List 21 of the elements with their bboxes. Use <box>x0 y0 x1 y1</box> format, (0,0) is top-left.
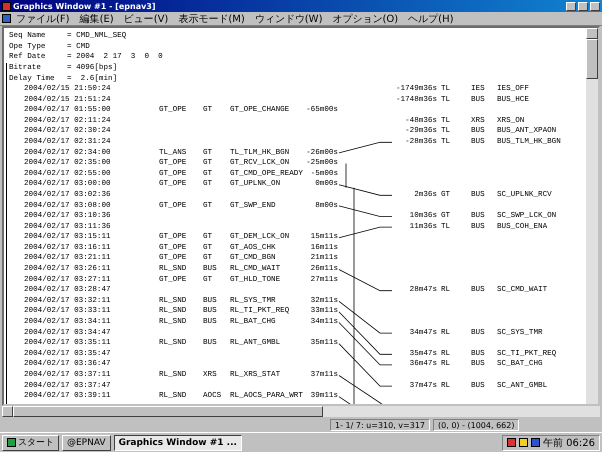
menu-item[interactable]: ウィンドウ(W) <box>250 12 328 26</box>
menu-item[interactable]: 表示モード(M) <box>173 12 250 26</box>
document-icon <box>2 14 11 23</box>
vertical-scrollbar[interactable] <box>586 28 598 404</box>
menu-item[interactable]: ヘルプ(H) <box>403 12 458 26</box>
status-pane: 1- 1/ 7: u=310, v=317 <box>330 418 430 430</box>
minimize-button[interactable] <box>566 2 576 10</box>
horizontal-scrollbar[interactable] <box>2 406 600 417</box>
taskbar-button[interactable]: Graphics Window #1 ... <box>114 434 242 450</box>
start-button[interactable]: スタート <box>2 434 59 450</box>
maximize-button[interactable] <box>578 2 588 10</box>
status-pane: (0, 0) - (1004, 662) <box>433 418 520 430</box>
close-button[interactable] <box>590 2 600 10</box>
app-icon <box>2 2 11 10</box>
menu-item[interactable]: オプション(O) <box>327 12 404 26</box>
taskbar-button[interactable]: @EPNAV <box>62 434 111 450</box>
window-title: Graphics Window #1 - [epnav3] <box>13 2 157 10</box>
menu-item[interactable]: 編集(E) <box>74 12 119 26</box>
clock: 午前 06:26 <box>543 436 595 450</box>
menu-item[interactable]: ファイル(F) <box>11 12 75 26</box>
menu-item[interactable]: ビュー(V) <box>118 12 174 26</box>
